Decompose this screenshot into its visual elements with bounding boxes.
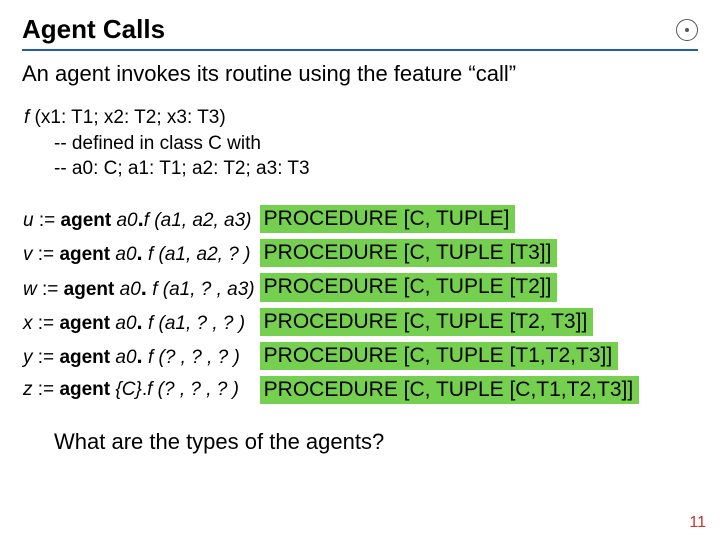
table-row: u := agent a0.f (a1, a2, a3) PROCEDURE [… (22, 204, 640, 234)
signature-line-1: f (x1: T1; x2: T2; x3: T3) (24, 105, 698, 131)
agent-assign: := (33, 313, 60, 334)
agent-target: a0 (115, 244, 136, 265)
agent-rhs: PROCEDURE [C, TUPLE] (259, 204, 641, 234)
agent-target: a0 (115, 347, 136, 368)
agent-assign: := (33, 379, 60, 400)
agent-target: a0 (116, 210, 137, 231)
table-row: v := agent a0. f (a1, a2, ? ) PROCEDURE … (22, 238, 640, 268)
agent-assign: := (34, 210, 61, 231)
agent-rhs: PROCEDURE [C, TUPLE [T3]] (259, 238, 641, 268)
agent-assign: := (33, 347, 60, 368)
agent-call: f (a1, ? , a3) (152, 279, 254, 300)
table-row: w := agent a0. f (a1, ? , a3) PROCEDURE … (22, 272, 640, 302)
page-number: 11 (689, 514, 706, 532)
agent-kw: agent (59, 313, 110, 334)
intro-text: An agent invokes its routine using the f… (22, 61, 698, 87)
signature-block: f (x1: T1; x2: T2; x3: T3) -- defined in… (24, 105, 698, 182)
agent-var: w (23, 279, 37, 300)
agent-call: f (a1, ? , ? ) (148, 313, 245, 334)
agent-var: v (23, 244, 33, 265)
agent-lhs: z := agent {C}.f (? , ? , ? ) (22, 375, 259, 405)
agent-var: z (23, 379, 33, 400)
procedure-type: PROCEDURE [C, TUPLE [T2]] (260, 273, 558, 301)
agent-dot: . (141, 275, 147, 300)
agent-call: f (? , ? , ? ) (147, 379, 239, 400)
agent-rhs: PROCEDURE [C, TUPLE [T2, T3]] (259, 307, 641, 337)
agent-assign: := (37, 279, 64, 300)
agent-assign: := (33, 244, 60, 265)
agent-lhs: v := agent a0. f (a1, a2, ? ) (22, 238, 259, 268)
table-row: x := agent a0. f (a1, ? , ? ) PROCEDURE … (22, 307, 640, 337)
procedure-type: PROCEDURE [C, TUPLE [C,T1,T2,T3]] (260, 376, 640, 404)
slide-title: Agent Calls (22, 14, 165, 45)
agent-rhs: PROCEDURE [C, TUPLE [T2]] (259, 272, 641, 302)
agent-rhs: PROCEDURE [C, TUPLE [C,T1,T2,T3]] (259, 375, 641, 405)
signature-line-3: -- a0: C; a1: T1; a2: T2; a3: T3 (24, 156, 698, 182)
agent-var: u (23, 210, 34, 231)
agent-lhs: u := agent a0.f (a1, a2, a3) (22, 204, 259, 234)
agent-kw: agent (59, 244, 110, 265)
agent-kw: agent (59, 379, 110, 400)
agent-kw: agent (61, 210, 112, 231)
agent-kw: agent (64, 279, 115, 300)
agent-lhs: y := agent a0. f (? , ? , ? ) (22, 341, 259, 371)
agent-target: {C} (115, 379, 141, 400)
agent-lhs: w := agent a0. f (a1, ? , a3) (22, 272, 259, 302)
question-text: What are the types of the agents? (54, 429, 698, 455)
agent-var: y (23, 347, 33, 368)
table-row: y := agent a0. f (? , ? , ? ) PROCEDURE … (22, 341, 640, 371)
agent-var: x (23, 313, 33, 334)
procedure-type: PROCEDURE [C, TUPLE [T1,T2,T3]] (260, 342, 619, 370)
agent-target: a0 (115, 313, 136, 334)
procedure-type: PROCEDURE [C, TUPLE] (260, 205, 516, 233)
signature-line-2: -- defined in class C with (24, 131, 698, 157)
slide: Agent Calls An agent invokes its routine… (0, 0, 720, 540)
logo-icon (676, 19, 698, 41)
agent-kw: agent (59, 347, 110, 368)
agent-call: f (a1, a2, ? ) (148, 244, 250, 265)
procedure-type: PROCEDURE [C, TUPLE [T2, T3]] (260, 308, 594, 336)
agent-target: a0 (120, 279, 141, 300)
agent-call: f (? , ? , ? ) (148, 347, 240, 368)
agent-table: u := agent a0.f (a1, a2, a3) PROCEDURE [… (22, 200, 640, 410)
table-row: z := agent {C}.f (? , ? , ? ) PROCEDURE … (22, 375, 640, 405)
agent-rhs: PROCEDURE [C, TUPLE [T1,T2,T3]] (259, 341, 641, 371)
title-row: Agent Calls (22, 14, 698, 51)
agent-call: f (a1, a2, a3) (144, 210, 252, 231)
agent-lhs: x := agent a0. f (a1, ? , ? ) (22, 307, 259, 337)
agent-dot: . (137, 343, 143, 368)
procedure-type: PROCEDURE [C, TUPLE [T3]] (260, 239, 558, 267)
agent-dot: . (137, 240, 143, 265)
agent-dot: . (137, 309, 143, 334)
sig-args: (x1: T1; x2: T2; x3: T3) (29, 107, 225, 128)
